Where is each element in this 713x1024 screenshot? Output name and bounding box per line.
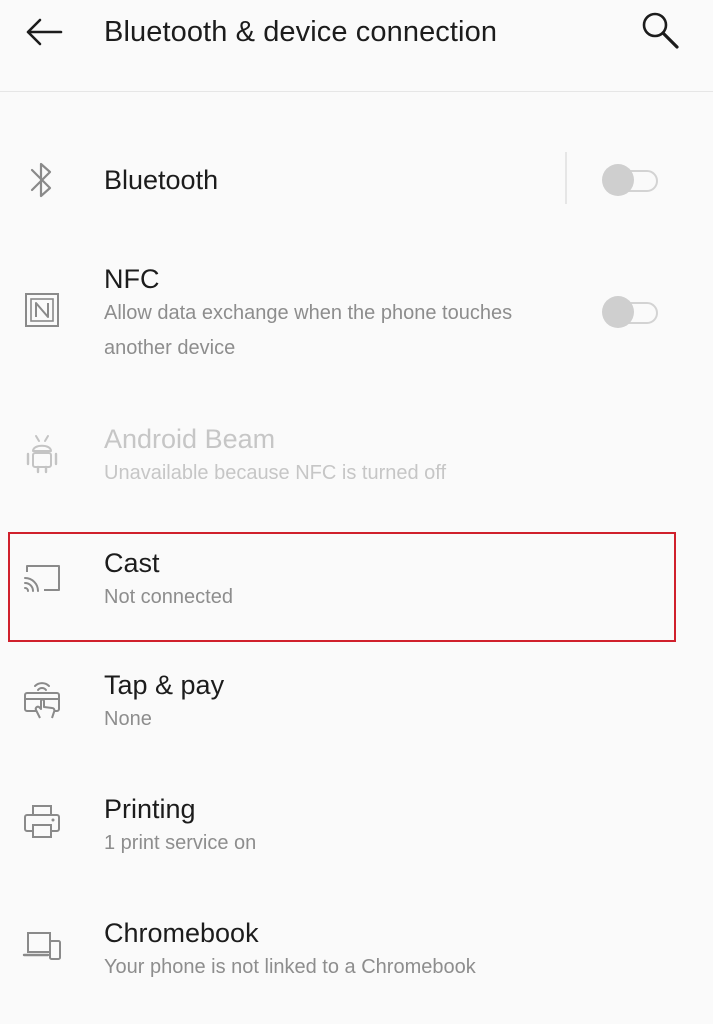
search-button[interactable] [636, 8, 684, 54]
settings-item-android-beam: Android Beam Unavailable because NFC is … [0, 410, 713, 510]
divider [565, 152, 567, 204]
android-icon [20, 432, 64, 476]
settings-item-tap-pay[interactable]: Tap & pay None [0, 656, 713, 762]
toggle-thumb [602, 164, 634, 196]
settings-item-title: Printing [104, 794, 196, 824]
chromebook-icon [20, 924, 64, 968]
back-button[interactable] [22, 12, 66, 52]
page-title: Bluetooth & device connection [104, 16, 498, 48]
settings-item-title: Cast [104, 548, 160, 578]
settings-item-cast[interactable]: Cast Not connected [0, 534, 713, 640]
settings-item-title: Chromebook [104, 918, 259, 948]
tap-pay-icon [20, 678, 64, 722]
settings-item-title: Android Beam [104, 424, 276, 454]
nfc-icon [20, 288, 64, 332]
settings-item-title: Tap & pay [104, 670, 225, 700]
app-bar: Bluetooth & device connection [0, 0, 713, 92]
settings-item-subtitle: Unavailable because NFC is turned off [104, 462, 447, 484]
settings-item-subtitle: Allow data exchange when the phone touch… [104, 302, 513, 359]
nfc-toggle[interactable] [602, 294, 660, 328]
settings-item-subtitle: None [104, 708, 152, 730]
settings-item-title: Bluetooth [104, 165, 219, 195]
bluetooth-icon [20, 158, 64, 202]
settings-item-chromebook[interactable]: Chromebook Your phone is not linked to a… [0, 904, 713, 1010]
settings-item-title: NFC [104, 264, 160, 294]
printer-icon [20, 800, 64, 844]
search-icon [642, 12, 679, 49]
settings-item-subtitle: Not connected [104, 586, 233, 608]
cast-icon [20, 556, 64, 600]
toggle-thumb [602, 296, 634, 328]
settings-item-subtitle: Your phone is not linked to a Chromebook [104, 956, 476, 978]
arrow-left-icon [26, 18, 63, 46]
settings-item-printing[interactable]: Printing 1 print service on [0, 780, 713, 886]
settings-item-subtitle: 1 print service on [104, 832, 257, 854]
bluetooth-toggle[interactable] [602, 162, 660, 196]
